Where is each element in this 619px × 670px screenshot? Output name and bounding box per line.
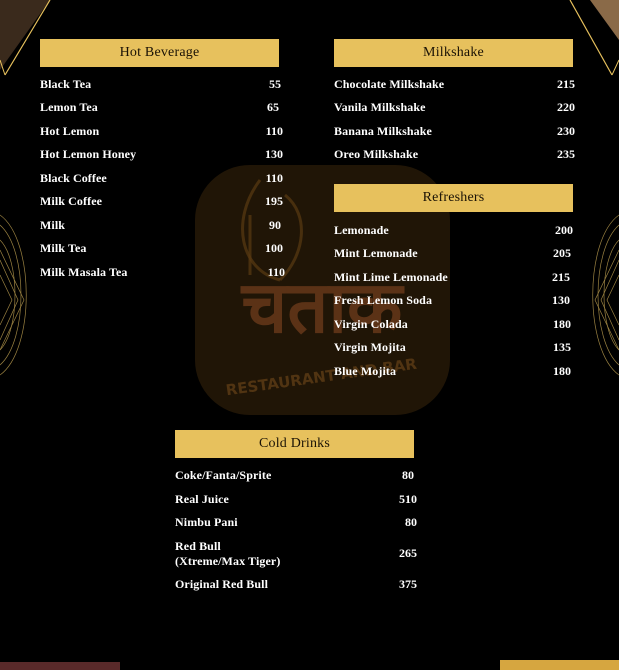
- item-name: Banana Milkshake: [334, 124, 432, 138]
- item-name: Lemonade: [334, 223, 389, 237]
- item-name: Virgin Mojita: [334, 340, 406, 354]
- menu-item: Milk Masala Tea 110: [40, 265, 285, 285]
- menu-item: Coke/Fanta/Sprite 80: [175, 468, 417, 488]
- item-name: Virgin Colada: [334, 317, 408, 331]
- menu-item: Mint Lime Lemonade 215: [334, 270, 573, 290]
- item-name: Lemon Tea: [40, 100, 98, 114]
- menu-item: Vanila Milkshake 220: [334, 100, 575, 120]
- menu-item: Black Tea 55: [40, 77, 283, 97]
- refreshers-section: Refreshers Lemonade 200 Mint Lemonade 205 …: [334, 184, 573, 392]
- menu-item: Blue Mojita 180: [334, 364, 573, 384]
- menu-page: चताक RESTAURANT AND BAR Hot Beverage Bla…: [0, 0, 619, 670]
- milkshake-section: Milkshake Chocolate Milkshake 215 Vanila …: [334, 39, 575, 177]
- menu-item: Oreo Milkshake 235: [334, 147, 575, 167]
- item-name-line-2: (Xtreme/Max Tiger): [175, 554, 281, 568]
- item-name: Vanila Milkshake: [334, 100, 426, 114]
- item-price: 80: [402, 468, 414, 482]
- menu-item: Banana Milkshake 230: [334, 124, 575, 144]
- item-name: Coke/Fanta/Sprite: [175, 468, 272, 482]
- menu-item: Mint Lemonade 205: [334, 246, 573, 266]
- cold-drinks-section: Cold Drinks Coke/Fanta/Sprite 80 Real Jui…: [175, 430, 417, 623]
- item-price: 90: [269, 218, 281, 232]
- menu-item: Red Bull (Xtreme/Max Tiger) 265: [175, 539, 417, 573]
- item-name: Fresh Lemon Soda: [334, 293, 433, 307]
- item-price: 110: [267, 265, 285, 279]
- item-price: 80: [405, 515, 417, 529]
- item-price: 65: [267, 100, 279, 114]
- menu-item: Real Juice 510: [175, 492, 417, 512]
- item-price: 135: [553, 340, 571, 354]
- item-name: Red Bull: [175, 539, 221, 553]
- item-name: Black Tea: [40, 77, 92, 91]
- item-price: 110: [265, 171, 283, 185]
- item-name: Mint Lime Lemonade: [334, 270, 448, 284]
- menu-item: Milk Coffee 195: [40, 194, 283, 214]
- item-price: 220: [557, 100, 575, 114]
- item-price: 510: [399, 492, 417, 506]
- item-name: Original Red Bull: [175, 577, 269, 591]
- item-price: 100: [265, 241, 283, 255]
- item-price: 180: [553, 317, 571, 331]
- item-price: 200: [555, 223, 573, 237]
- item-name: Milk Masala Tea: [40, 265, 128, 279]
- item-name: Real Juice: [175, 492, 229, 506]
- refreshers-list: Lemonade 200 Mint Lemonade 205 Mint Lime L…: [334, 212, 573, 392]
- item-price: 230: [557, 124, 575, 138]
- milkshake-header: Milkshake: [334, 39, 573, 67]
- menu-item: Lemon Tea 65: [40, 100, 283, 120]
- item-price: 180: [553, 364, 571, 378]
- refreshers-header: Refreshers: [334, 184, 573, 212]
- hot-beverage-section: Hot Beverage Black Tea 55 Lemon Tea 65 Hot…: [40, 39, 285, 279]
- item-price: 130: [552, 293, 570, 307]
- item-price: 205: [553, 246, 571, 260]
- menu-item: Fresh Lemon Soda 130: [334, 293, 573, 313]
- menu-item: Original Red Bull 375: [175, 577, 417, 597]
- milkshake-list: Chocolate Milkshake 215 Vanila Milkshake 2…: [334, 67, 575, 177]
- item-name: Mint Lemonade: [334, 246, 418, 260]
- item-price: 55: [269, 77, 281, 91]
- menu-item: Hot Lemon 110: [40, 124, 283, 144]
- item-price: 110: [265, 124, 283, 138]
- menu-item: Nimbu Pani 80: [175, 515, 417, 535]
- item-name: Hot Lemon: [40, 124, 100, 138]
- item-name: Hot Lemon Honey: [40, 147, 137, 161]
- item-name: Chocolate Milkshake: [334, 77, 445, 91]
- menu-item: Milk 90: [40, 218, 283, 238]
- item-name: Milk Coffee: [40, 194, 103, 208]
- item-price: 235: [557, 147, 575, 161]
- item-name: Oreo Milkshake: [334, 147, 419, 161]
- hot-beverage-header: Hot Beverage: [40, 39, 279, 67]
- item-name: Blue Mojita: [334, 364, 397, 378]
- item-price: 130: [265, 147, 283, 161]
- menu-item: Lemonade 200: [334, 223, 573, 243]
- cold-drinks-list: Coke/Fanta/Sprite 80 Real Juice 510 Nimbu …: [175, 458, 417, 623]
- menu-item: Black Coffee 110: [40, 171, 283, 191]
- menu-item: Virgin Mojita 135: [334, 340, 573, 360]
- item-price: 265: [399, 546, 417, 560]
- menu-item: Virgin Colada 180: [334, 317, 573, 337]
- item-price: 375: [399, 577, 417, 591]
- item-name: Milk: [40, 218, 66, 232]
- item-name: Nimbu Pani: [175, 515, 238, 529]
- menu-item: Milk Tea 100: [40, 241, 283, 261]
- item-name: Black Coffee: [40, 171, 107, 185]
- menu-item: Chocolate Milkshake 215: [334, 77, 575, 97]
- cold-drinks-header: Cold Drinks: [175, 430, 414, 458]
- hot-beverage-list: Black Tea 55 Lemon Tea 65 Hot Lemon 110 Hot…: [40, 67, 285, 279]
- item-name: Milk Tea: [40, 241, 87, 255]
- item-price: 215: [557, 77, 575, 91]
- item-price: 195: [265, 194, 283, 208]
- menu-item: Hot Lemon Honey 130: [40, 147, 283, 167]
- item-price: 215: [552, 270, 570, 284]
